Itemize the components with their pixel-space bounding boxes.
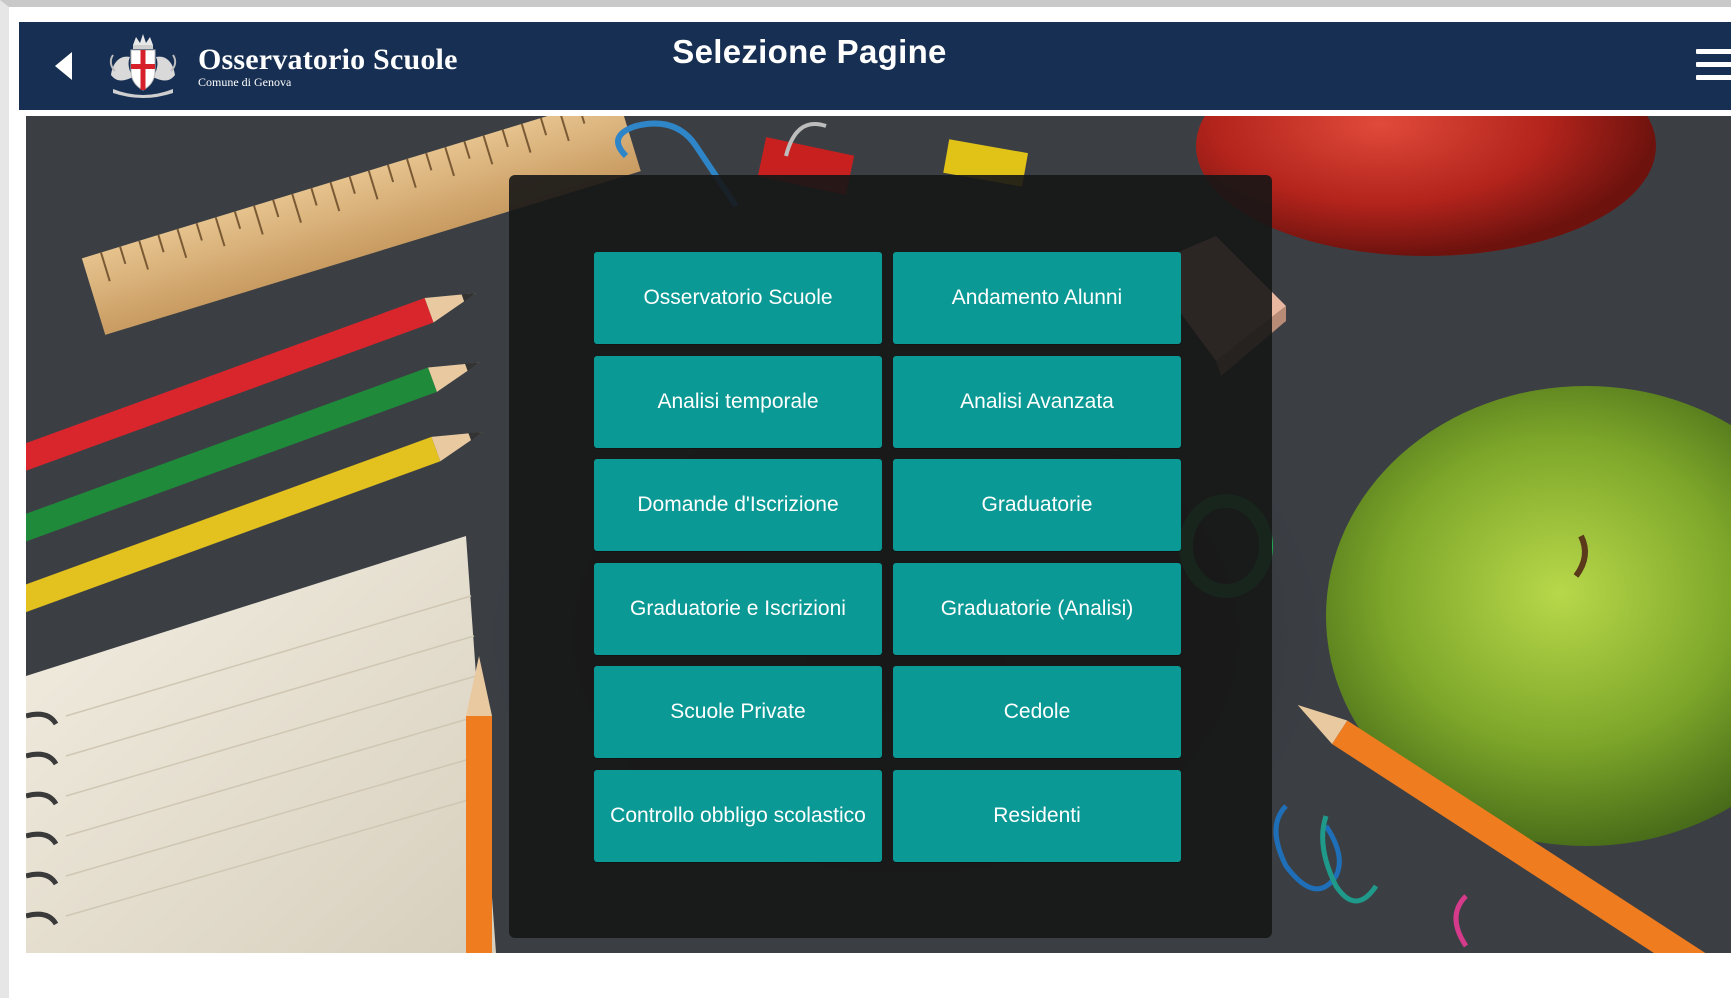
page-selection-panel: Osservatorio Scuole Andamento Alunni Ana… xyxy=(509,175,1272,938)
graduatorie-iscrizioni-button[interactable]: Graduatorie e Iscrizioni xyxy=(594,562,882,655)
osservatorio-scuole-button[interactable]: Osservatorio Scuole xyxy=(594,252,882,344)
scuole-private-button[interactable]: Scuole Private xyxy=(594,666,882,758)
graduatorie-button[interactable]: Graduatorie xyxy=(893,459,1181,551)
hamburger-menu-button[interactable] xyxy=(1696,49,1731,85)
residenti-button[interactable]: Residenti xyxy=(893,769,1181,862)
app-window: Osservatorio Scuole Comune di Genova Sel… xyxy=(0,0,1731,998)
analisi-avanzata-button[interactable]: Analisi Avanzata xyxy=(893,355,1181,448)
page-title: Selezione Pagine xyxy=(672,33,947,70)
domande-iscrizione-button[interactable]: Domande d'Iscrizione xyxy=(594,459,882,551)
andamento-alunni-button[interactable]: Andamento Alunni xyxy=(893,252,1181,344)
graduatorie-analisi-button[interactable]: Graduatorie (Analisi) xyxy=(893,562,1181,655)
top-bar: Osservatorio Scuole Comune di Genova Sel… xyxy=(19,22,1731,110)
brand-subtitle: Comune di Genova xyxy=(198,75,292,89)
controllo-obbligo-scolastico-button[interactable]: Controllo obbligo scolastico xyxy=(594,769,882,862)
hamburger-menu-icon xyxy=(1696,49,1731,80)
page-button-grid: Osservatorio Scuole Andamento Alunni Ana… xyxy=(594,252,1181,862)
cedole-button[interactable]: Cedole xyxy=(893,666,1181,758)
analisi-temporale-button[interactable]: Analisi temporale xyxy=(594,355,882,448)
